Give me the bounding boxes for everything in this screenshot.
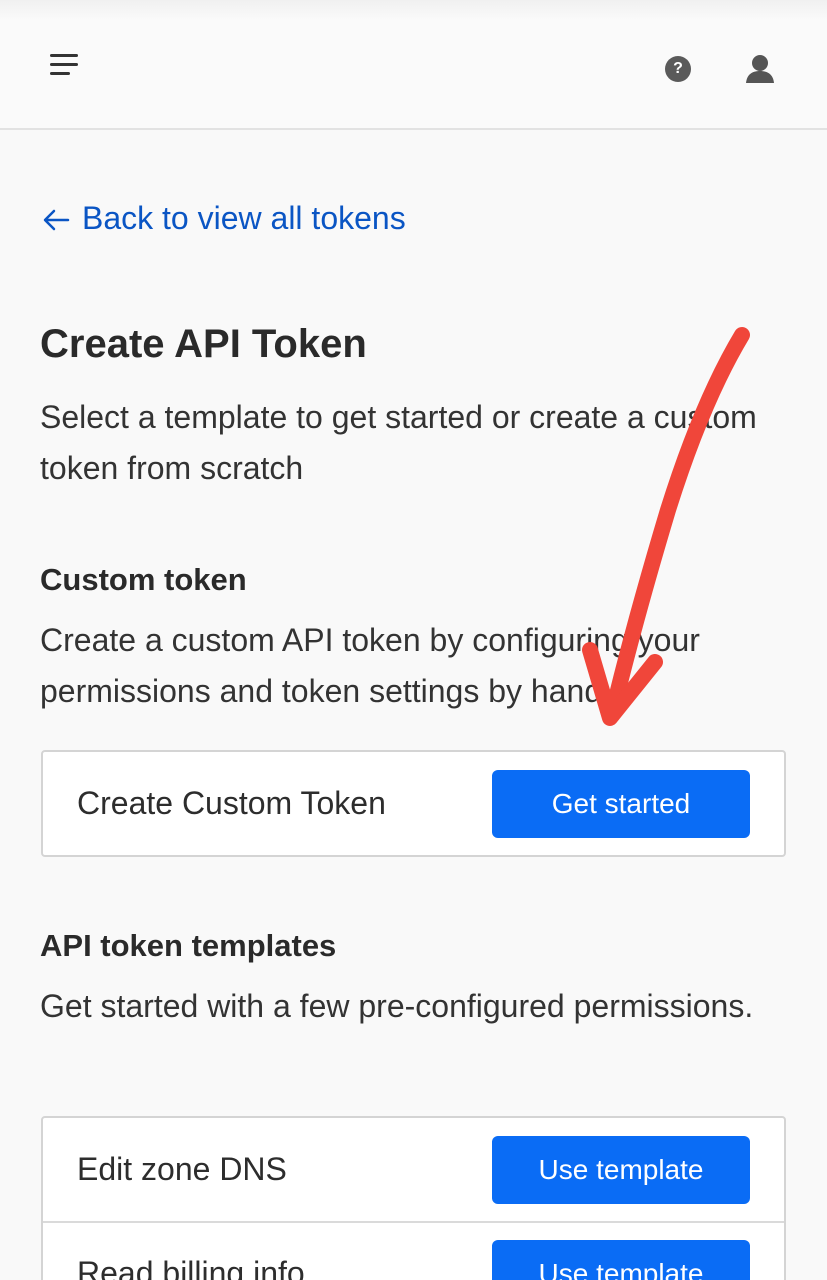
template-row-edit-zone-dns: Edit zone DNS Use template [43,1118,784,1221]
custom-token-row-label: Create Custom Token [77,785,386,821]
templates-card: Edit zone DNS Use template Read billing … [41,1116,786,1280]
page: ? Back to view all tokens Create API Tok… [0,0,827,1280]
get-started-button[interactable]: Get started [492,769,750,838]
arrow-left-icon [43,209,70,230]
use-template-button[interactable]: Use template [492,1239,750,1280]
custom-token-description: Create a custom API token by configuring… [40,622,700,709]
page-description: Select a template to get started or crea… [40,399,757,486]
template-label: Edit zone DNS [77,1151,287,1187]
hamburger-menu-icon[interactable] [50,54,86,84]
use-template-button[interactable]: Use template [492,1135,750,1204]
template-row-read-billing-info: Read billing info Use template [43,1221,784,1280]
custom-token-row: Create Custom Token Get started [43,752,784,855]
custom-token-card: Create Custom Token Get started [41,750,786,857]
top-navigation-bar: ? [0,0,827,130]
back-to-tokens-link[interactable]: Back to view all tokens [40,200,406,237]
templates-description: Get started with a few pre-configured pe… [40,988,754,1024]
question-circle-icon[interactable]: ? [665,56,691,82]
template-label: Read billing info [77,1255,305,1280]
templates-heading: API token templates [40,928,337,963]
back-link-label: Back to view all tokens [82,200,406,236]
page-title: Create API Token [40,322,367,366]
user-avatar-icon[interactable] [744,52,776,84]
custom-token-heading: Custom token [40,562,247,597]
